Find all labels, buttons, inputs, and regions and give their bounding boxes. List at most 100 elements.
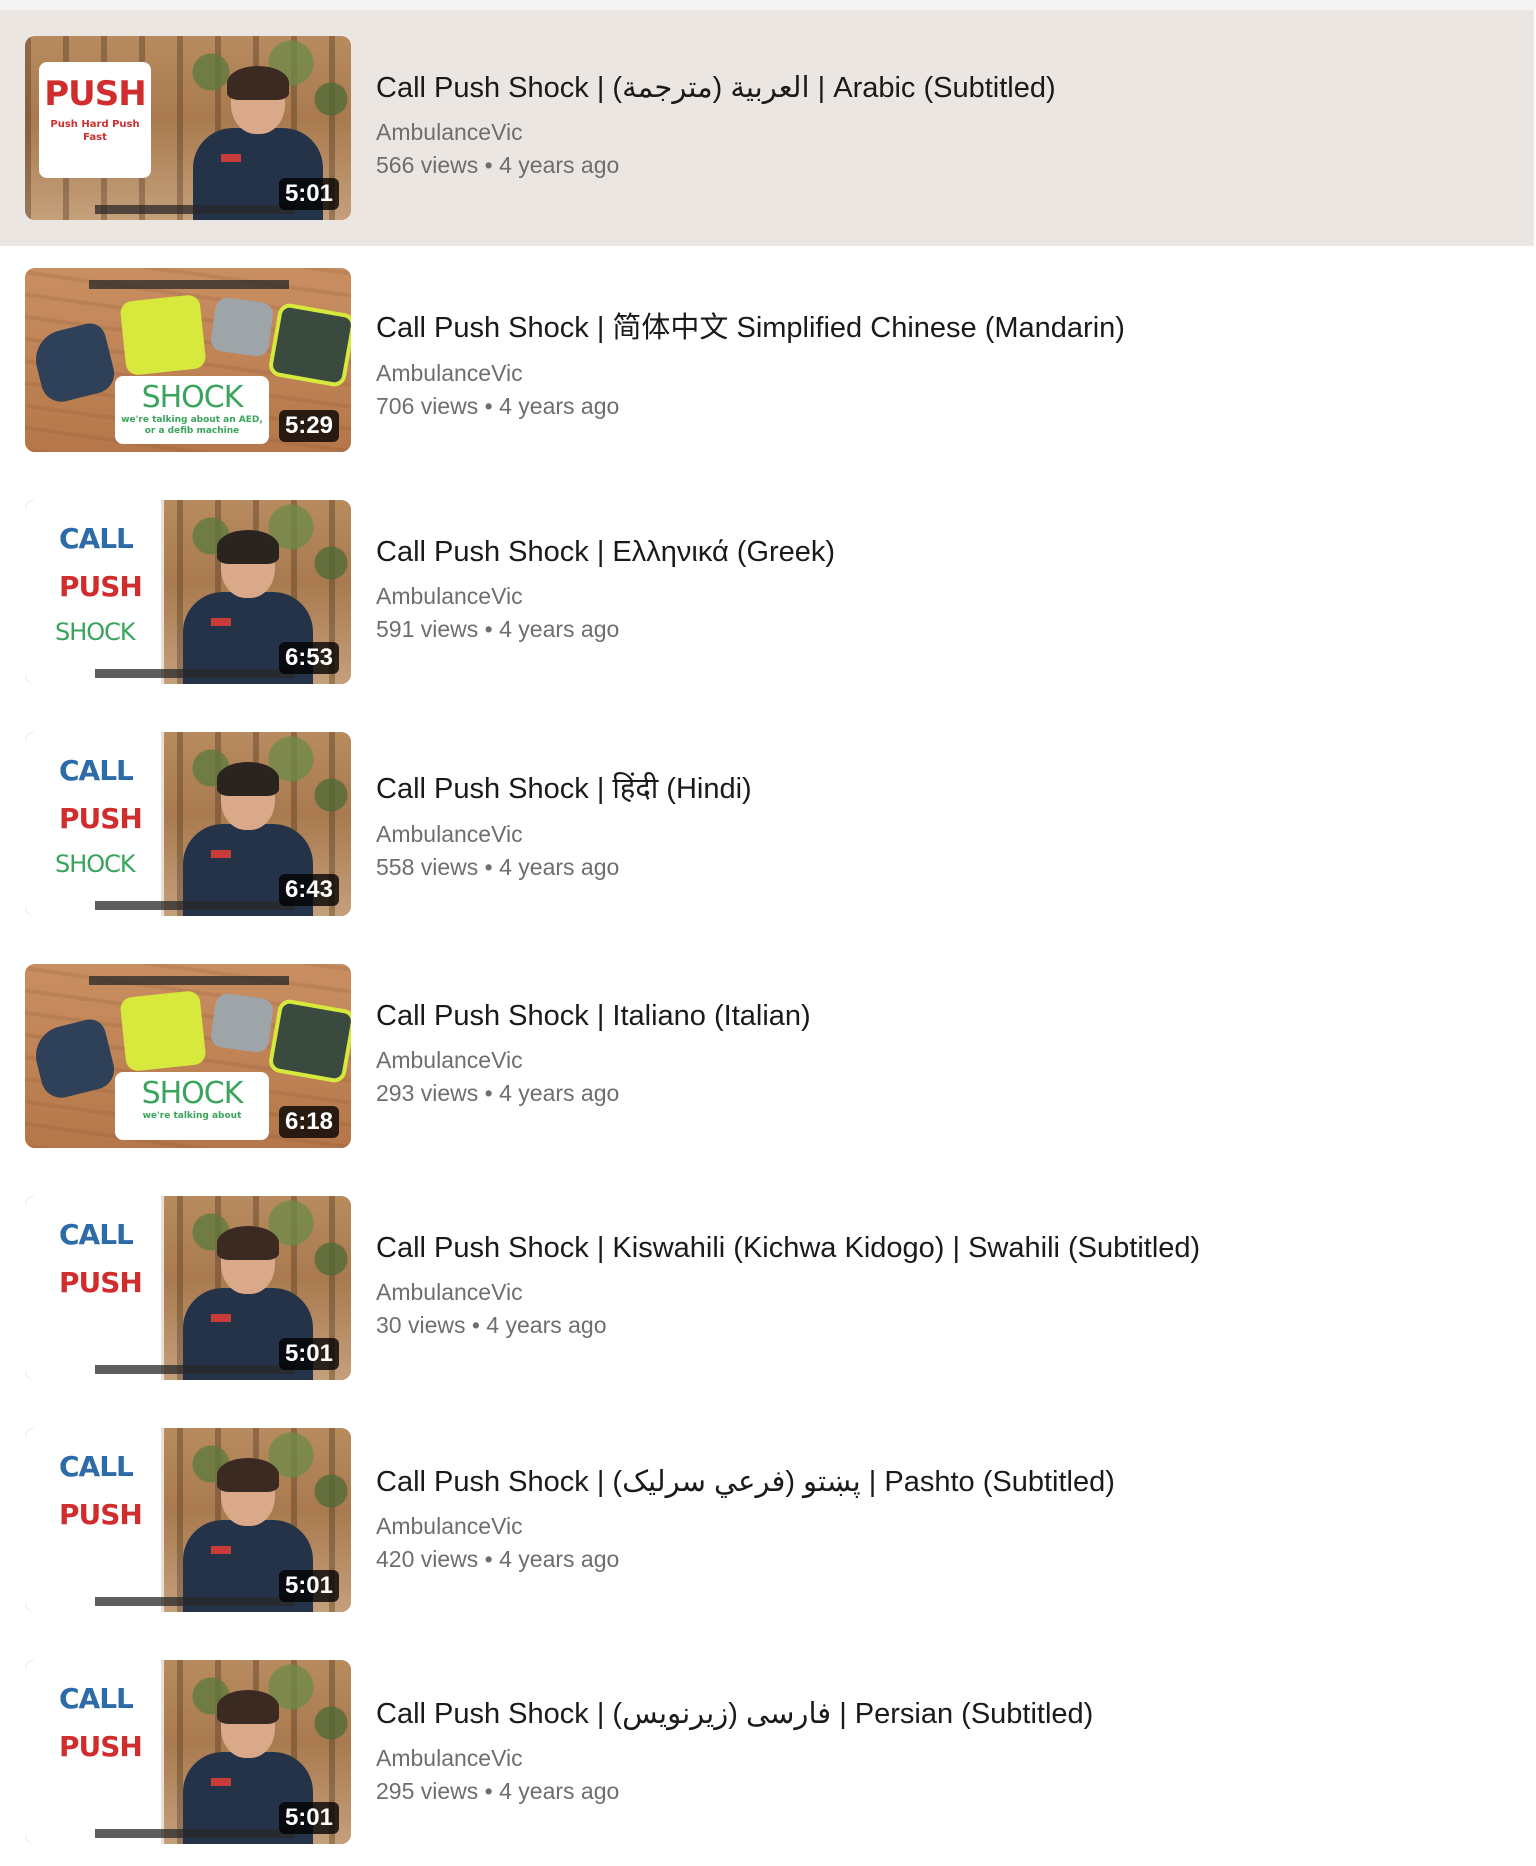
subtitle-bar xyxy=(95,901,295,910)
presenter-hair xyxy=(227,66,289,100)
presenter-hair xyxy=(217,762,279,796)
video-stats: 293 views • 4 years ago xyxy=(376,1080,620,1106)
video-thumbnail[interactable]: SHOCK we're talking about an AED, or a de… xyxy=(25,268,351,452)
video-title[interactable]: Call Push Shock | فارسی (زیرنویس) | Pers… xyxy=(376,1696,1093,1731)
video-stats: 566 views • 4 years ago xyxy=(376,152,620,178)
shock-card: SHOCK we're talking about an AED, or a de… xyxy=(115,376,269,444)
card-small-text: Push Hard Push Fast xyxy=(50,119,140,143)
video-title[interactable]: Call Push Shock | Ελληνικά (Greek) xyxy=(376,536,835,569)
video-stats: 591 views • 4 years ago xyxy=(376,616,620,642)
video-meta: Call Push Shock | پښتو (فرعي سرليک) | Pa… xyxy=(376,1464,1115,1573)
video-title[interactable]: Call Push Shock | Italiano (Italian) xyxy=(376,1000,811,1033)
uniform-badge xyxy=(211,1778,231,1786)
video-row[interactable]: PUSH Push Hard Push Fast 5:01 Call Push Sho… xyxy=(0,10,1534,246)
video-meta: Call Push Shock | فارسی (زیرنویس) | Pers… xyxy=(376,1696,1093,1805)
subtitle-bar xyxy=(95,1597,295,1606)
card-word-call: CALL xyxy=(59,1682,134,1715)
card-word-push: PUSH xyxy=(59,1730,143,1763)
card-word-call: CALL xyxy=(59,1218,134,1251)
video-meta: Call Push Shock | Ελληνικά (Greek) Ambula… xyxy=(376,536,835,643)
video-stats: 295 views • 4 years ago xyxy=(376,1778,620,1804)
video-thumbnail[interactable]: PUSH Push Hard Push Fast 5:01 xyxy=(25,36,351,220)
channel-name[interactable]: AmbulanceVic xyxy=(376,1513,1115,1540)
uniform-badge xyxy=(211,850,231,858)
card-word-push: PUSH xyxy=(59,802,143,835)
card-big-text: SHOCK xyxy=(141,1076,244,1111)
subtitle-bar xyxy=(95,1829,295,1838)
video-row[interactable]: CALL PUSH 5:01 Call Push Shock | فارسی (زیر… xyxy=(0,1650,1536,1862)
video-stats: 558 views • 4 years ago xyxy=(376,854,620,880)
card-word-call: CALL xyxy=(59,522,134,555)
channel-name[interactable]: AmbulanceVic xyxy=(376,360,1125,387)
channel-name[interactable]: AmbulanceVic xyxy=(376,821,752,848)
card-big-text: SHOCK xyxy=(141,380,244,415)
video-thumbnail[interactable]: CALL PUSH SHOCK 6:43 xyxy=(25,732,351,916)
push-card: PUSH Push Hard Push Fast xyxy=(39,62,151,178)
duration-badge: 5:01 xyxy=(278,1338,339,1370)
video-stats: 420 views • 4 years ago xyxy=(376,1546,620,1572)
video-meta: Call Push Shock | हिंदी (Hindi) Ambulance… xyxy=(376,768,752,881)
video-title[interactable]: Call Push Shock | Kiswahili (Kichwa Kido… xyxy=(376,1232,1200,1265)
call-push-shock-card: CALL PUSH SHOCK xyxy=(25,732,164,916)
video-row[interactable]: CALL PUSH SHOCK 6:53 Call Push Shock | Ελλην… xyxy=(0,490,1536,702)
channel-name[interactable]: AmbulanceVic xyxy=(376,1279,1200,1306)
uniform-badge xyxy=(211,618,231,626)
video-thumbnail[interactable]: CALL PUSH 5:01 xyxy=(25,1196,351,1380)
card-big-text: PUSH xyxy=(44,74,146,114)
video-row[interactable]: CALL PUSH 5:01 Call Push Shock | Kiswahili … xyxy=(0,1186,1536,1398)
channel-name[interactable]: AmbulanceVic xyxy=(376,1745,1093,1772)
card-word-call: CALL xyxy=(59,754,134,787)
call-push-shock-card: CALL PUSH xyxy=(25,1428,164,1612)
uniform-badge xyxy=(211,1314,231,1322)
video-row[interactable]: CALL PUSH 5:01 Call Push Shock | پښتو (فرعي… xyxy=(0,1418,1536,1630)
card-word-push: PUSH xyxy=(59,570,143,603)
subtitle-bar xyxy=(89,280,289,289)
video-title[interactable]: Call Push Shock | پښتو (فرعي سرليک) | Pa… xyxy=(376,1464,1115,1499)
video-thumbnail[interactable]: CALL PUSH 5:01 xyxy=(25,1660,351,1844)
video-title[interactable]: Call Push Shock | 简体中文 Simplified Chines… xyxy=(376,304,1125,346)
duration-badge: 5:29 xyxy=(278,410,339,442)
aed-device xyxy=(119,990,207,1072)
video-thumbnail[interactable]: SHOCK we're talking about 6:18 xyxy=(25,964,351,1148)
card-small-text: we're talking about an AED, or a defib m… xyxy=(121,415,263,436)
subtitle-bar xyxy=(95,669,295,678)
subtitle-bar xyxy=(89,976,289,985)
presenter-hair xyxy=(217,1690,279,1724)
duration-badge: 5:01 xyxy=(278,178,339,210)
uniform-badge xyxy=(211,1546,231,1554)
presenter-hair xyxy=(217,1458,279,1492)
video-thumbnail[interactable]: CALL PUSH 5:01 xyxy=(25,1428,351,1612)
card-word-shock: SHOCK xyxy=(55,618,136,646)
subtitle-bar xyxy=(95,205,295,214)
shock-card: SHOCK we're talking about xyxy=(115,1072,269,1140)
aed-device xyxy=(209,992,275,1054)
presenter-hair xyxy=(217,530,279,564)
duration-badge: 6:53 xyxy=(278,642,339,674)
card-word-shock: SHOCK xyxy=(55,850,136,878)
duration-badge: 6:43 xyxy=(278,874,339,906)
video-title[interactable]: Call Push Shock | العربية (مترجمة) | Ara… xyxy=(376,70,1056,105)
video-meta: Call Push Shock | 简体中文 Simplified Chines… xyxy=(376,304,1125,420)
channel-name[interactable]: AmbulanceVic xyxy=(376,119,1056,146)
uniform-badge xyxy=(221,154,241,162)
video-stats: 706 views • 4 years ago xyxy=(376,393,620,419)
aed-device xyxy=(209,296,275,358)
channel-name[interactable]: AmbulanceVic xyxy=(376,583,835,610)
call-push-shock-card: CALL PUSH xyxy=(25,1196,164,1380)
video-row[interactable]: SHOCK we're talking about 6:18 Call Push Sh… xyxy=(0,954,1536,1166)
duration-badge: 5:01 xyxy=(278,1802,339,1834)
card-word-push: PUSH xyxy=(59,1266,143,1299)
call-push-shock-card: CALL PUSH SHOCK xyxy=(25,500,164,684)
video-meta: Call Push Shock | العربية (مترجمة) | Ara… xyxy=(376,70,1056,179)
video-thumbnail[interactable]: CALL PUSH SHOCK 6:53 xyxy=(25,500,351,684)
card-small-text: we're talking about xyxy=(142,1111,242,1121)
aed-device xyxy=(267,997,351,1085)
channel-name[interactable]: AmbulanceVic xyxy=(376,1047,811,1074)
presenter-hair xyxy=(217,1226,279,1260)
aed-device xyxy=(267,301,351,389)
card-word-push: PUSH xyxy=(59,1498,143,1531)
video-row[interactable]: SHOCK we're talking about an AED, or a de… xyxy=(0,258,1536,470)
video-title[interactable]: Call Push Shock | हिंदी (Hindi) xyxy=(376,768,752,807)
duration-badge: 6:18 xyxy=(278,1106,339,1138)
video-row[interactable]: CALL PUSH SHOCK 6:43 Call Push Shock | हिंदी… xyxy=(0,722,1536,934)
